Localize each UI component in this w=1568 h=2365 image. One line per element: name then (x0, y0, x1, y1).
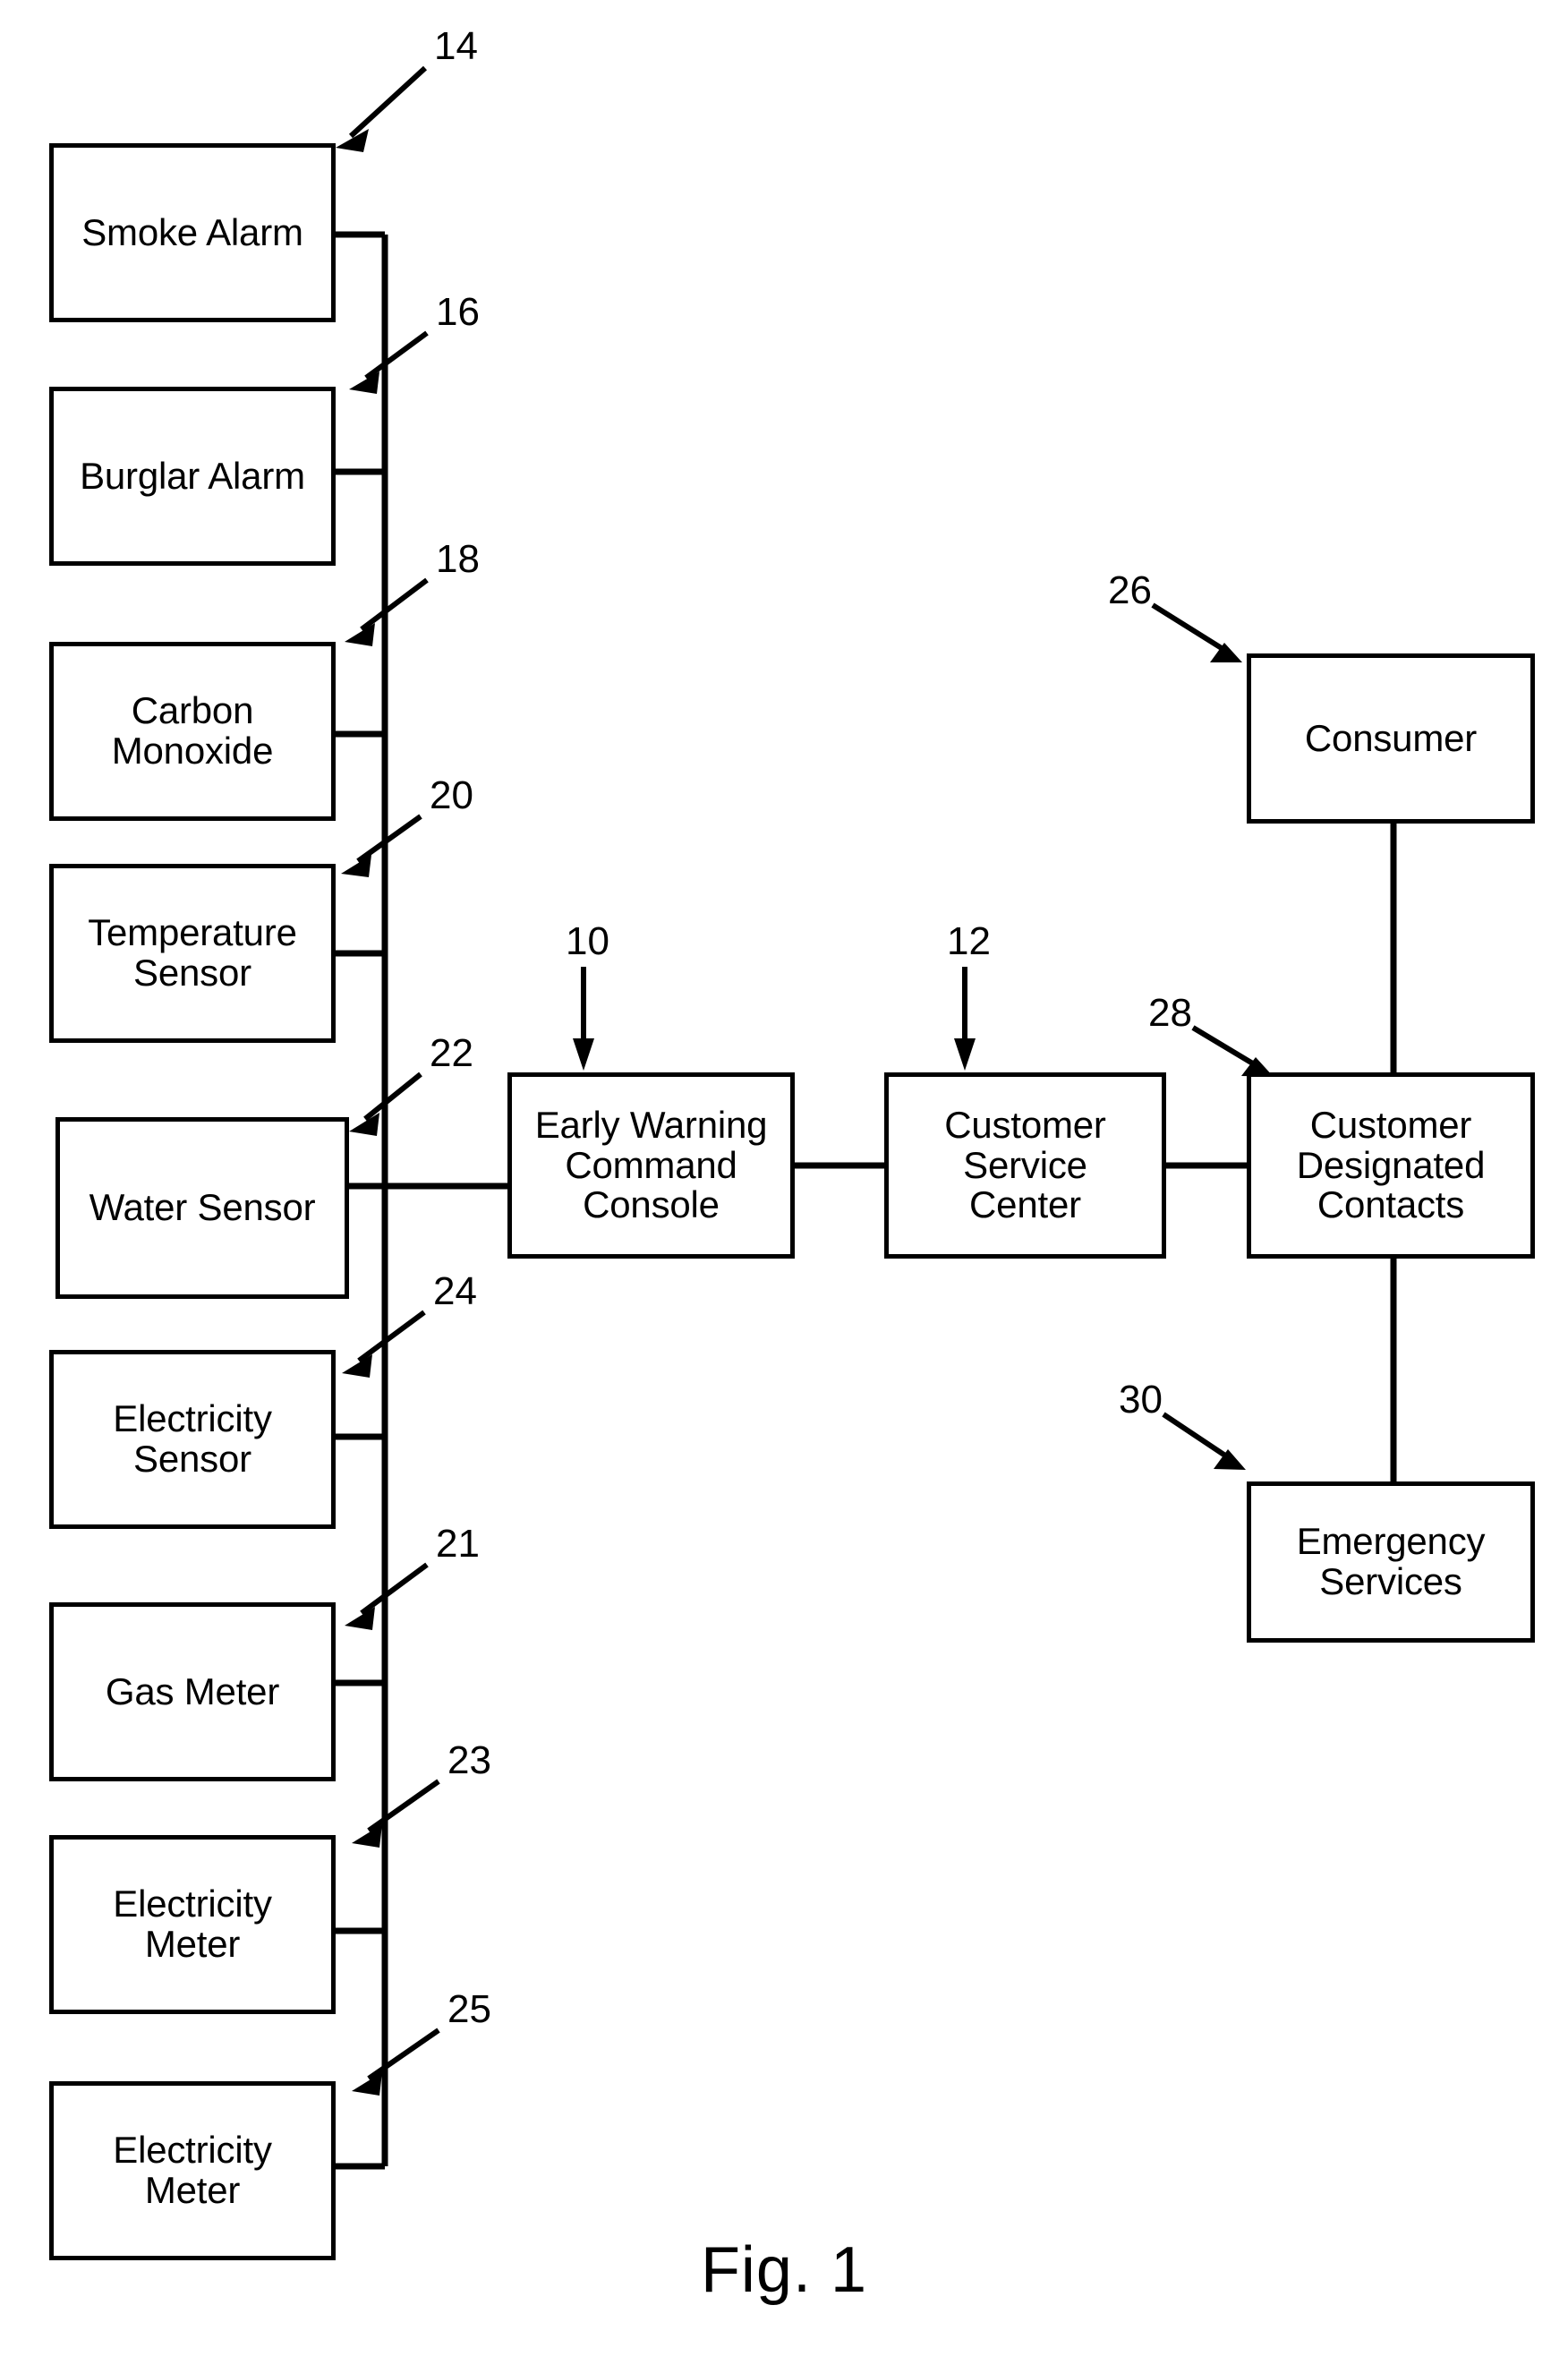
ref-number-10: 10 (566, 919, 609, 963)
arrow-head-23 (352, 1824, 382, 1848)
node-customer-service-center[interactable]: Customer Service Center (884, 1072, 1166, 1259)
arrow-line-22 (363, 1072, 422, 1122)
node-temperature-sensor[interactable]: Temperature Sensor (49, 864, 336, 1043)
arrow-head-20 (341, 855, 371, 877)
figure-caption: Fig. 1 (700, 2234, 868, 2306)
node-early-warning-command-console[interactable]: Early Warning Command Console (507, 1072, 795, 1259)
node-water-sensor[interactable]: Water Sensor (55, 1117, 349, 1299)
ref-number-20: 20 (430, 773, 473, 817)
patent-figure-1: Smoke Alarm Burglar Alarm Carbon Monoxid… (0, 0, 1568, 2365)
arrow-head-16 (349, 371, 379, 394)
ref-number-30: 30 (1119, 1378, 1163, 1422)
arrow-head-10 (573, 1038, 594, 1071)
ref-number-16: 16 (436, 290, 480, 334)
arrow-head-24 (342, 1354, 372, 1378)
ref-number-12: 12 (947, 919, 991, 963)
node-customer-designated-contacts[interactable]: Customer Designated Contacts (1247, 1072, 1535, 1259)
node-burglar-alarm[interactable]: Burglar Alarm (49, 387, 336, 566)
ref-number-21: 21 (436, 1522, 480, 1566)
arrow-line-24 (357, 1310, 426, 1363)
arrow-line-18 (360, 577, 429, 632)
ref-number-26: 26 (1108, 568, 1152, 612)
ref-number-18: 18 (436, 537, 480, 581)
ref-number-23: 23 (447, 1738, 491, 1782)
arrow-line-28 (1191, 1025, 1257, 1068)
arrow-line-16 (364, 330, 429, 380)
arrow-head-25 (352, 2072, 382, 2096)
node-electricity-meter-1[interactable]: Electricity Meter (49, 1835, 336, 2014)
arrow-head-18 (345, 623, 375, 646)
arrow-line-20 (356, 814, 422, 864)
arrow-head-12 (954, 1038, 976, 1071)
arrow-line-23 (367, 1779, 440, 1833)
arrow-line-26 (1151, 602, 1226, 653)
node-carbon-monoxide[interactable]: Carbon Monoxide (49, 642, 336, 821)
node-smoke-alarm[interactable]: Smoke Alarm (49, 143, 336, 322)
ref-number-25: 25 (447, 1987, 491, 2031)
ref-number-22: 22 (430, 1031, 473, 1075)
ref-number-24: 24 (433, 1269, 477, 1313)
node-consumer[interactable]: Consumer (1247, 653, 1535, 824)
ref-number-14: 14 (434, 24, 478, 68)
arrow-line-30 (1162, 1412, 1230, 1460)
arrow-line-21 (360, 1562, 429, 1616)
node-gas-meter[interactable]: Gas Meter (49, 1602, 336, 1781)
node-electricity-sensor[interactable]: Electricity Sensor (49, 1350, 336, 1529)
arrow-line-14 (348, 65, 428, 139)
arrow-head-22 (349, 1113, 379, 1136)
arrow-line-25 (367, 2028, 440, 2081)
ref-number-28: 28 (1148, 991, 1192, 1035)
arrow-head-21 (345, 1607, 375, 1630)
node-emergency-services[interactable]: Emergency Services (1247, 1481, 1535, 1643)
